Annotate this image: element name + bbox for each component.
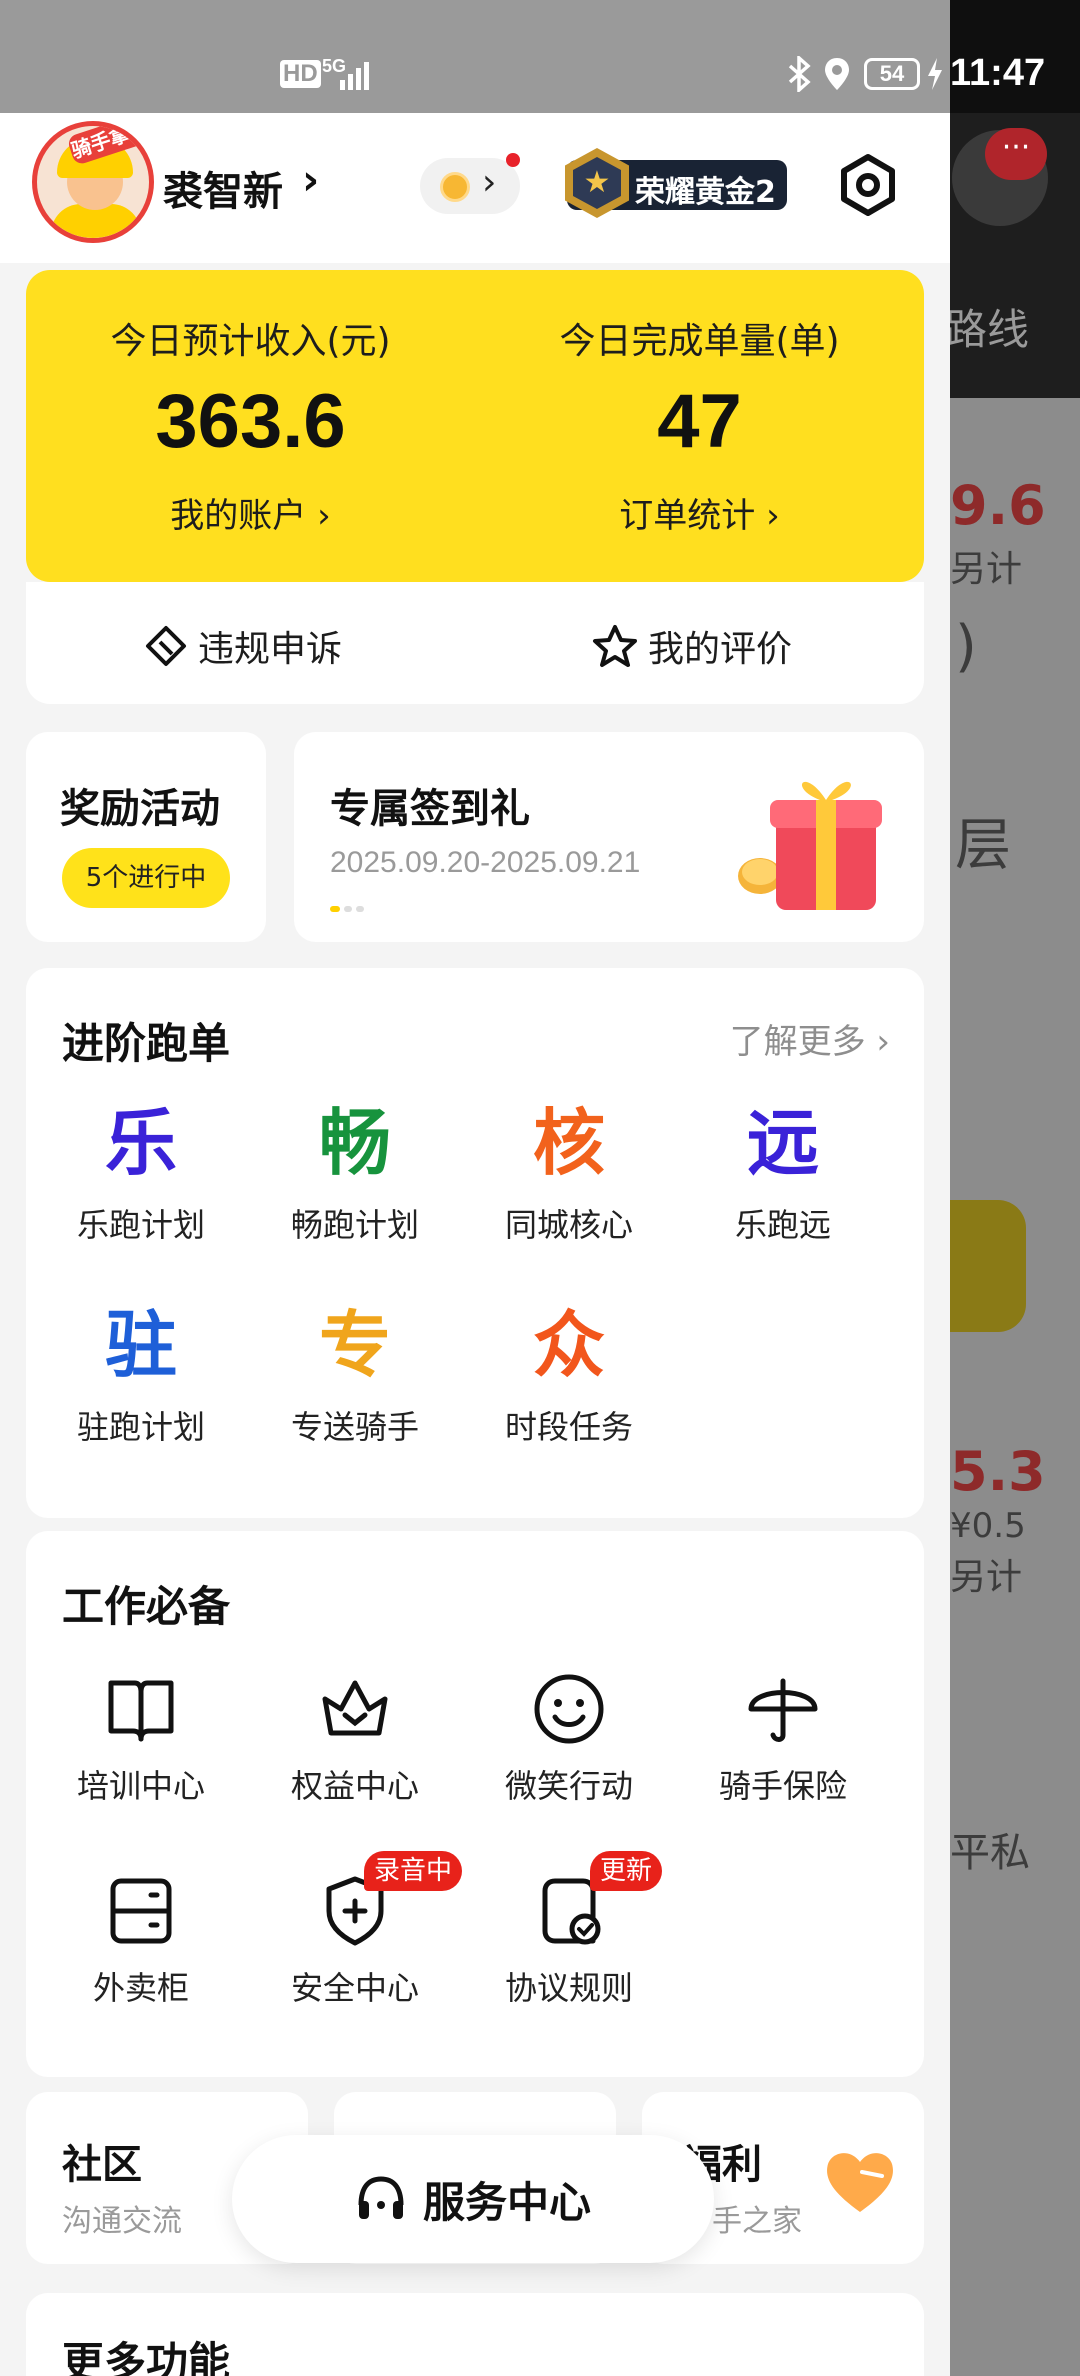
grid-item-smile-action[interactable]: 微笑行动 — [462, 1669, 676, 1807]
bluetooth-icon — [788, 56, 811, 92]
le-pao-yuan-icon: 远 — [746, 1101, 819, 1185]
rank-label: 荣耀黄金2 — [635, 175, 776, 210]
background-privacy-text: 平私 — [950, 1830, 1030, 1876]
background-floor-text: 层 — [955, 813, 1011, 878]
grid-item-safety-center[interactable]: 录音中 安全中心 — [248, 1851, 463, 2009]
medal-button[interactable]: › — [420, 153, 520, 214]
quick-actions: 违规申诉 我的评价 — [26, 582, 924, 704]
appeal-label: 违规申诉 — [198, 629, 343, 670]
avatar[interactable]: 骑手拿超 — [32, 121, 154, 243]
order-stats-link[interactable]: 订单统计 › — [475, 488, 924, 537]
income-value: 363.6 — [155, 379, 346, 464]
income-column[interactable]: 今日预计收入(元) 363.6 我的账户 › — [26, 270, 475, 582]
community-subtitle: 沟通交流 — [62, 2204, 182, 2239]
grid-item-rider-insurance[interactable]: 骑手保险 — [676, 1669, 890, 1807]
settings-icon[interactable] — [836, 153, 900, 217]
orders-label: 今日完成单量(单) — [559, 321, 840, 362]
chevron-right-icon[interactable]: › — [302, 155, 319, 204]
rank-badge[interactable]: ★ 荣耀黄金2 — [565, 148, 787, 218]
orders-value: 47 — [657, 379, 742, 464]
welfare-subtitle: 手之家 — [712, 2204, 802, 2239]
earnings-card: 今日预计收入(元) 363.6 我的账户 › 今日完成单量(单) 47 订单统计… — [26, 270, 924, 582]
status-bar: HD 5G 54 11:47 — [0, 0, 1080, 113]
grid-item-training-center[interactable]: 培训中心 — [34, 1669, 248, 1807]
more-features-title: 更多功能 — [62, 2338, 231, 2376]
reward-card[interactable]: 奖励活动 5个进行中 — [26, 732, 266, 942]
charging-icon — [928, 58, 942, 90]
signin-date: 2025.09.20-2025.09.21 — [330, 846, 641, 879]
zhu-pao-icon: 驻 — [104, 1303, 177, 1387]
community-title: 社区 — [62, 2142, 142, 2188]
background-paren: ) — [955, 614, 977, 679]
time-slot-task-icon: 众 — [532, 1303, 605, 1387]
smile-icon — [534, 1674, 604, 1744]
grid-item-food-locker[interactable]: 外卖柜 — [34, 1871, 248, 2009]
side-drawer: 骑手拿超 裘智新 › › ★ 荣耀黄金2 今日预计收入(元) 363.6 我的账… — [0, 113, 950, 2376]
star-icon — [593, 625, 637, 667]
recording-tag: 录音中 — [364, 1851, 463, 1891]
clock: 11:47 — [950, 52, 1046, 94]
dedicated-rider-icon: 专 — [318, 1303, 391, 1387]
income-label: 今日预计收入(元) — [110, 321, 391, 362]
grid-item-le-pao[interactable]: 乐 乐跑计划 — [34, 1098, 248, 1246]
grid-item-le-pao-yuan[interactable]: 远 乐跑远 — [676, 1098, 890, 1246]
work-title: 工作必备 — [62, 1582, 231, 1631]
crown-icon — [322, 1680, 388, 1736]
headset-icon — [358, 2176, 404, 2219]
umbrella-icon — [748, 1678, 818, 1742]
le-pao-icon: 乐 — [104, 1101, 177, 1185]
locker-icon — [110, 1878, 172, 1944]
message-badge: ··· — [985, 128, 1047, 180]
hd-icon: HD — [280, 60, 321, 88]
signin-banner[interactable]: 专属签到礼 2025.09.20-2025.09.21 — [294, 732, 924, 942]
grid-item-benefits-center[interactable]: 权益中心 — [248, 1669, 462, 1807]
chevron-right-icon: › — [876, 1022, 890, 1062]
reviews-button[interactable]: 我的评价 — [592, 620, 792, 672]
service-center-label: 服务中心 — [422, 2177, 591, 2227]
advanced-section: 进阶跑单 了解更多 › 乐 乐跑计划 畅 畅跑计划 核 同城核心 远 乐跑远 驻… — [26, 968, 924, 1518]
background-fee-2: ¥0.5 — [950, 1506, 1026, 1546]
location-icon — [825, 58, 849, 90]
city-core-icon: 核 — [532, 1101, 605, 1185]
grid-item-dedicated-rider[interactable]: 专 专送骑手 — [248, 1300, 462, 1448]
grid-item-agreement-rules[interactable]: 更新 协议规则 — [462, 1851, 676, 2009]
chevron-right-icon: › — [482, 162, 497, 203]
signal-icon — [340, 62, 369, 90]
background-amount-2: 5.3 — [950, 1440, 1046, 1503]
grid-item-time-slot-task[interactable]: 众 时段任务 — [462, 1300, 676, 1448]
background-yellow-button — [950, 1200, 1026, 1332]
advanced-title: 进阶跑单 — [62, 1019, 231, 1068]
book-icon — [108, 1680, 174, 1742]
update-tag: 更新 — [590, 1851, 663, 1891]
reward-count-badge: 5个进行中 — [62, 848, 230, 908]
appeal-icon — [146, 626, 186, 666]
more-features-section: 更多功能 — [26, 2293, 924, 2376]
learn-more-link[interactable]: 了解更多 › — [730, 1014, 890, 1063]
reviews-label: 我的评价 — [648, 629, 793, 670]
signin-title: 专属签到礼 — [330, 786, 530, 832]
battery-icon: 54 — [864, 58, 920, 90]
service-center-button[interactable]: 服务中心 — [232, 2135, 714, 2263]
account-link[interactable]: 我的账户 › — [26, 488, 475, 537]
background-note-1: 另计 — [950, 549, 1023, 590]
rank-hex-icon: ★ — [565, 148, 629, 218]
medal-icon — [440, 172, 470, 202]
carousel-indicator — [330, 906, 364, 912]
gift-icon — [738, 781, 882, 910]
background-note-2: 另计 — [950, 1557, 1023, 1598]
background-tab-text: 路线 — [945, 305, 1030, 354]
work-essentials-section: 工作必备 培训中心 权益中心 微笑行动 骑手保险 外卖柜 录音中 安全中心 更新… — [26, 1531, 924, 2077]
reward-title: 奖励活动 — [60, 786, 220, 832]
background-amount-1: 9.6 — [950, 474, 1046, 537]
chang-pao-icon: 畅 — [318, 1101, 391, 1185]
orders-column[interactable]: 今日完成单量(单) 47 订单统计 › — [475, 270, 924, 582]
grid-item-city-core[interactable]: 核 同城核心 — [462, 1098, 676, 1246]
user-name[interactable]: 裘智新 — [163, 159, 283, 217]
grid-item-chang-pao[interactable]: 畅 畅跑计划 — [248, 1098, 462, 1246]
notification-dot — [506, 153, 520, 167]
grid-item-zhu-pao[interactable]: 驻 驻跑计划 — [34, 1300, 248, 1448]
heart-icon — [827, 2153, 893, 2212]
profile-row: 骑手拿超 裘智新 › › ★ 荣耀黄金2 — [0, 113, 950, 263]
appeal-button[interactable]: 违规申诉 — [144, 620, 342, 672]
